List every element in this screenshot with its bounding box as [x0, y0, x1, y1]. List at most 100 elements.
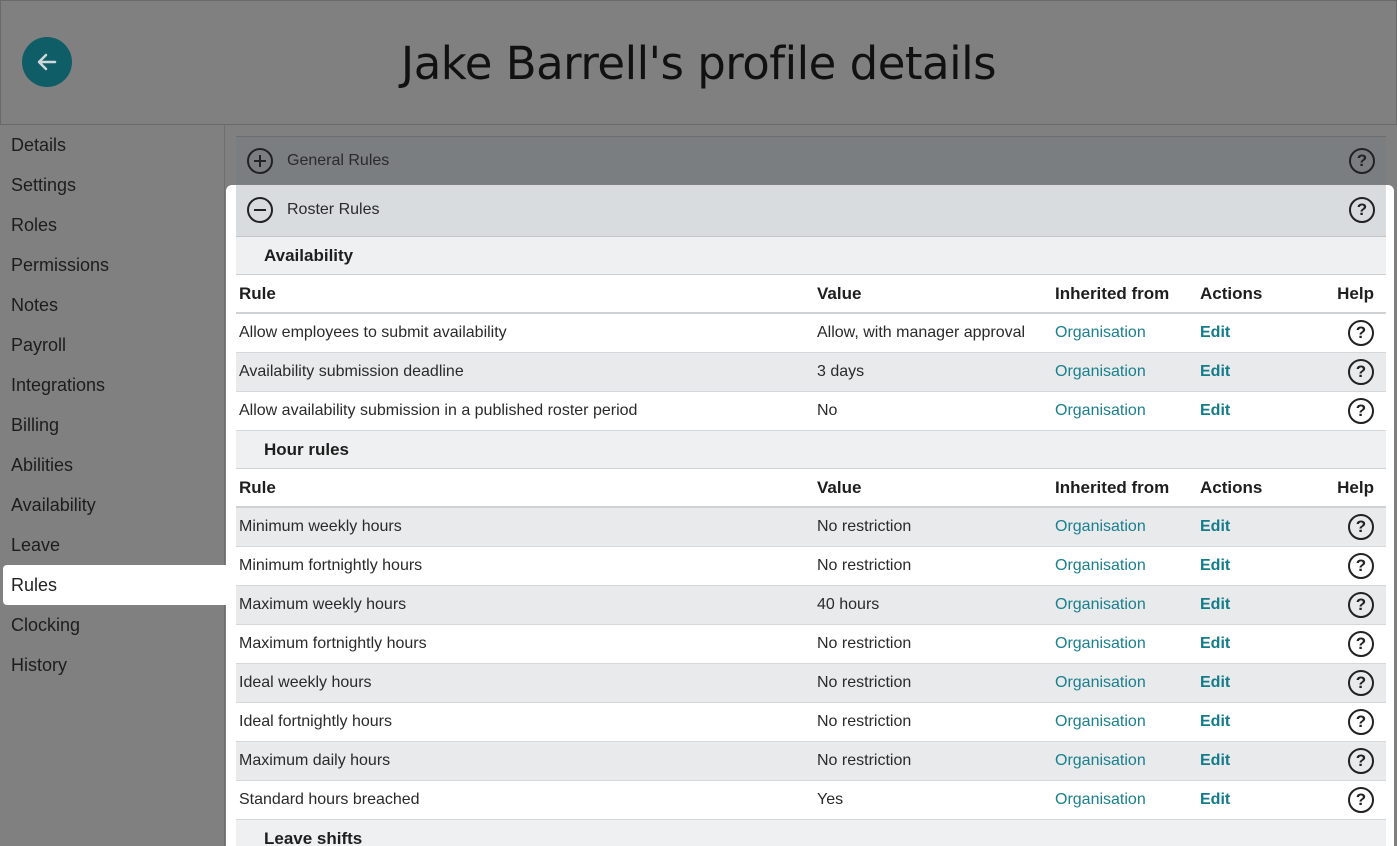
table-row: Maximum daily hours No restriction Organ… — [236, 742, 1386, 781]
rule-name: Allow employees to submit availability — [239, 324, 507, 341]
col-value: Value — [817, 477, 862, 497]
sidebar-nav: Details Settings Roles Permissions Notes… — [0, 125, 226, 846]
section-title-hour-rules: Hour rules — [236, 431, 1386, 469]
help-icon[interactable]: ? — [1348, 631, 1374, 657]
rule-name: Ideal fortnightly hours — [239, 713, 392, 730]
help-icon[interactable]: ? — [1348, 398, 1374, 424]
inherited-link[interactable]: Organisation — [1055, 363, 1200, 381]
edit-link[interactable]: Edit — [1200, 402, 1330, 420]
sidebar-item-history[interactable]: History — [0, 645, 224, 685]
table-row: Minimum weekly hours No restriction Orga… — [236, 508, 1386, 547]
rule-name: Allow availability submission in a publi… — [239, 402, 638, 419]
roster-rules-panel: Roster Rules ? Availability Rule Value I… — [226, 185, 1394, 846]
edit-link[interactable]: Edit — [1200, 791, 1330, 809]
inherited-link[interactable]: Organisation — [1055, 402, 1200, 420]
table-row: Maximum weekly hours 40 hours Organisati… — [236, 586, 1386, 625]
collapse-minus-icon[interactable] — [247, 197, 273, 223]
rule-value: 40 hours — [817, 596, 880, 613]
sidebar-item-settings[interactable]: Settings — [0, 165, 224, 205]
col-actions: Actions — [1200, 477, 1263, 497]
rule-value: No restriction — [817, 518, 912, 535]
edit-link[interactable]: Edit — [1200, 752, 1330, 770]
inherited-link[interactable]: Organisation — [1055, 752, 1200, 770]
rule-name: Maximum weekly hours — [239, 596, 407, 613]
rule-value: No restriction — [817, 713, 912, 730]
sidebar-item-clocking[interactable]: Clocking — [0, 605, 224, 645]
section-title-availability: Availability — [236, 237, 1386, 275]
help-icon[interactable]: ? — [1348, 320, 1374, 346]
table-header: Rule Value Inherited from Actions Help — [236, 275, 1386, 314]
table-row: Ideal weekly hours No restriction Organi… — [236, 664, 1386, 703]
general-rules-panel[interactable]: General Rules ? — [236, 136, 1386, 184]
sidebar-item-abilities[interactable]: Abilities — [0, 445, 224, 485]
page-title: Jake Barrell's profile details — [400, 37, 997, 90]
roster-rules-header[interactable]: Roster Rules ? — [236, 185, 1386, 237]
roster-rules-label: Roster Rules — [287, 201, 380, 218]
page-header: Jake Barrell's profile details — [0, 0, 1397, 125]
inherited-link[interactable]: Organisation — [1055, 791, 1200, 809]
help-icon[interactable]: ? — [1348, 670, 1374, 696]
col-help: Help — [1337, 283, 1374, 303]
help-icon[interactable]: ? — [1348, 748, 1374, 774]
help-icon[interactable]: ? — [1348, 709, 1374, 735]
inherited-link[interactable]: Organisation — [1055, 518, 1200, 536]
col-actions: Actions — [1200, 283, 1263, 303]
rule-name: Maximum fortnightly hours — [239, 635, 427, 652]
sidebar-item-billing[interactable]: Billing — [0, 405, 224, 445]
rule-name: Minimum fortnightly hours — [239, 557, 423, 574]
rule-value: 3 days — [817, 363, 865, 380]
inherited-link[interactable]: Organisation — [1055, 674, 1200, 692]
table-row: Allow availability submission in a publi… — [236, 392, 1386, 431]
help-icon[interactable]: ? — [1349, 147, 1375, 174]
table-header: Rule Value Inherited from Actions Help — [236, 469, 1386, 508]
section-title-leave-shifts: Leave shifts — [236, 820, 1386, 846]
sidebar-item-permissions[interactable]: Permissions — [0, 245, 224, 285]
rule-name: Minimum weekly hours — [239, 518, 402, 535]
inherited-link[interactable]: Organisation — [1055, 324, 1200, 342]
rule-name: Availability submission deadline — [239, 363, 464, 380]
sidebar-item-availability[interactable]: Availability — [0, 485, 224, 525]
col-value: Value — [817, 283, 862, 303]
rule-value: No — [817, 402, 838, 419]
help-icon[interactable]: ? — [1348, 514, 1374, 540]
col-inherited: Inherited from — [1055, 283, 1170, 303]
inherited-link[interactable]: Organisation — [1055, 635, 1200, 653]
edit-link[interactable]: Edit — [1200, 674, 1330, 692]
sidebar-item-integrations[interactable]: Integrations — [0, 365, 224, 405]
edit-link[interactable]: Edit — [1200, 518, 1330, 536]
sidebar-item-leave[interactable]: Leave — [0, 525, 224, 565]
edit-link[interactable]: Edit — [1200, 713, 1330, 731]
general-rules-header[interactable]: General Rules ? — [236, 136, 1386, 186]
sidebar-item-roles[interactable]: Roles — [0, 205, 224, 245]
sidebar-item-rules[interactable]: Rules — [3, 565, 226, 605]
col-inherited: Inherited from — [1055, 477, 1170, 497]
help-icon[interactable]: ? — [1348, 359, 1374, 385]
table-row: Standard hours breached Yes Organisation… — [236, 781, 1386, 820]
edit-link[interactable]: Edit — [1200, 324, 1330, 342]
help-icon[interactable]: ? — [1348, 787, 1374, 813]
rule-value: No restriction — [817, 674, 912, 691]
edit-link[interactable]: Edit — [1200, 635, 1330, 653]
col-rule: Rule — [239, 477, 276, 497]
edit-link[interactable]: Edit — [1200, 363, 1330, 381]
inherited-link[interactable]: Organisation — [1055, 557, 1200, 575]
sidebar-item-notes[interactable]: Notes — [0, 285, 224, 325]
sidebar-item-payroll[interactable]: Payroll — [0, 325, 224, 365]
rule-value: Allow, with manager approval — [817, 324, 1026, 341]
sidebar-item-details[interactable]: Details — [0, 125, 224, 165]
help-icon[interactable]: ? — [1348, 592, 1374, 618]
rule-name: Standard hours breached — [239, 791, 420, 808]
table-row: Ideal fortnightly hours No restriction O… — [236, 703, 1386, 742]
expand-plus-icon[interactable] — [247, 147, 273, 174]
inherited-link[interactable]: Organisation — [1055, 596, 1200, 614]
rule-value: No restriction — [817, 752, 912, 769]
help-icon[interactable]: ? — [1348, 553, 1374, 579]
table-row: Maximum fortnightly hours No restriction… — [236, 625, 1386, 664]
inherited-link[interactable]: Organisation — [1055, 713, 1200, 731]
table-row: Allow employees to submit availability A… — [236, 314, 1386, 353]
edit-link[interactable]: Edit — [1200, 557, 1330, 575]
rules-table: Availability Rule Value Inherited from A… — [236, 237, 1386, 846]
table-row: Minimum fortnightly hours No restriction… — [236, 547, 1386, 586]
edit-link[interactable]: Edit — [1200, 596, 1330, 614]
help-icon[interactable]: ? — [1349, 197, 1375, 223]
